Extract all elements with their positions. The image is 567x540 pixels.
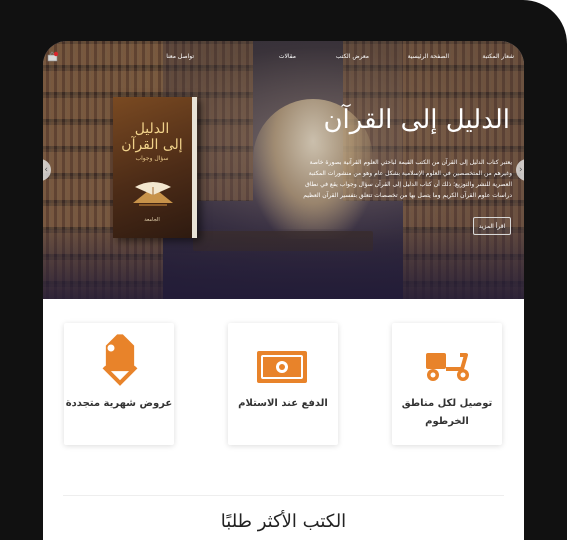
book-author: الجامعة <box>144 217 160 223</box>
feature-card-cash: الدفع عند الاستلام <box>228 323 338 445</box>
chevron-left-icon: ‹ <box>44 165 48 175</box>
nav-item-articles[interactable]: مقالات <box>279 53 296 60</box>
library-floor <box>43 229 524 299</box>
feature-card-delivery: توصيل لكل مناطق الخرطوم <box>392 323 502 445</box>
price-tag-icon <box>102 334 138 386</box>
book-title: الدليل إلى القرآن <box>121 121 183 153</box>
delivery-scooter-icon <box>426 353 469 381</box>
nav-logo[interactable]: شعار المكتبة <box>482 53 514 60</box>
section-divider <box>63 495 504 496</box>
read-more-button[interactable]: اقرأ المزيد <box>473 217 511 235</box>
nav-item-books[interactable]: معرض الكتب <box>336 53 369 60</box>
hero-title: الدليل إلى القرآن <box>323 105 510 135</box>
feature-label-offers: عروض شهرية متجددة <box>65 398 173 409</box>
feature-label-delivery: توصيل لكل مناطق الخرطوم <box>401 398 493 427</box>
screen: شعار المكتبة الصفحة الرئيسية معرض الكتب … <box>43 41 524 540</box>
hero-description: يعتبر كتاب الدليل إلى القرآن من الكتب ال… <box>303 159 512 199</box>
feature-label-cash: الدفع عند الاستلام <box>238 398 328 409</box>
hero-banner: شعار المكتبة الصفحة الرئيسية معرض الكتب … <box>43 41 524 299</box>
book-cover: الدليل إلى القرآن سؤال وجواب الجامعة <box>113 97 197 238</box>
nav-item-contact[interactable]: تواصل معنا <box>166 53 194 60</box>
top-nav: شعار المكتبة الصفحة الرئيسية معرض الكتب … <box>43 53 524 67</box>
features-section: عروض شهرية متجددة الدفع عند الاستلام توص… <box>43 299 524 479</box>
cart-icon[interactable] <box>47 51 59 63</box>
feature-card-offers: عروض شهرية متجددة <box>64 323 174 445</box>
book-subtitle: سؤال وجواب <box>135 155 169 162</box>
nav-item-home[interactable]: الصفحة الرئيسية <box>408 53 449 60</box>
chevron-right-icon: › <box>519 165 523 175</box>
quran-stand-icon <box>133 182 173 206</box>
bestsellers-heading: الكتب الأكثر طلبًا <box>220 511 347 532</box>
money-bill-icon <box>257 351 307 383</box>
device-frame: شعار المكتبة الصفحة الرئيسية معرض الكتب … <box>0 0 567 540</box>
